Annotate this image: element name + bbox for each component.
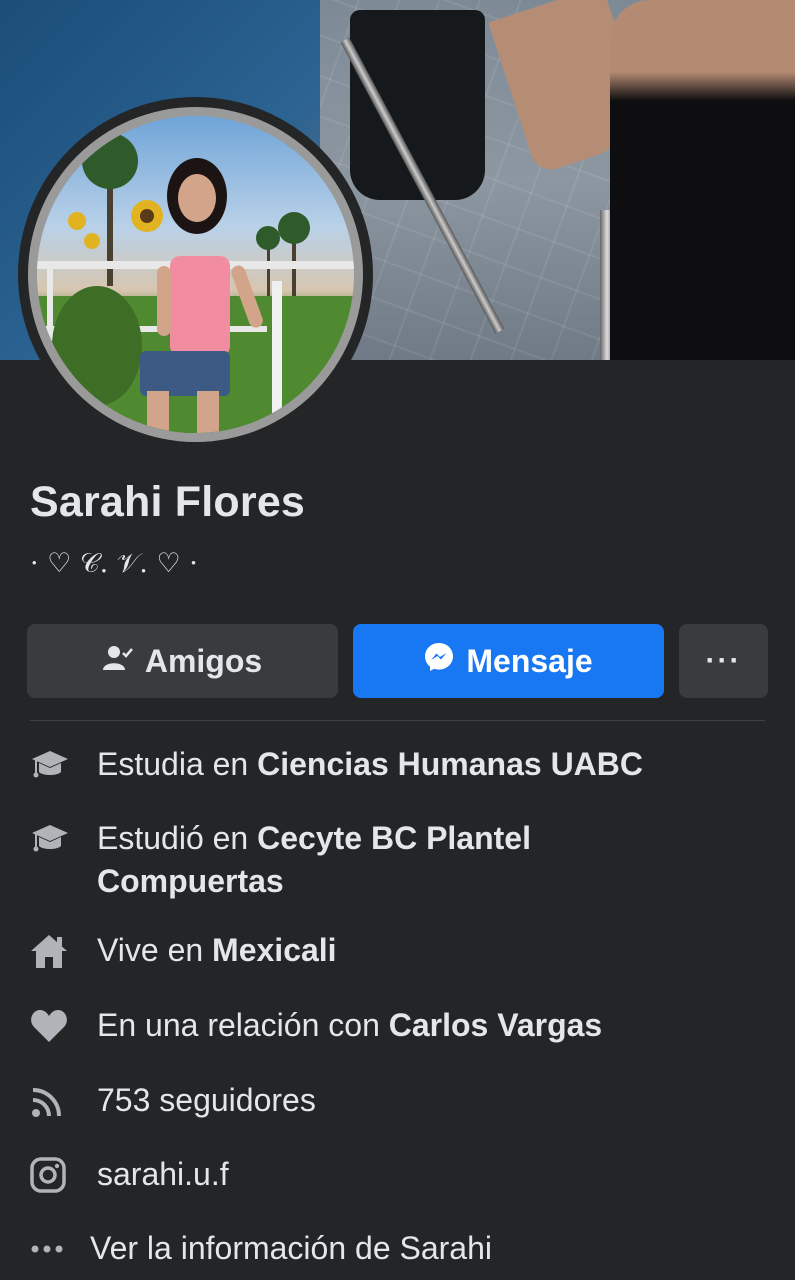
message-button[interactable]: Mensaje [353,624,664,698]
detail-text: Estudia en Ciencias Humanas UABC [97,746,643,782]
heart-icon [30,1004,82,1047]
profile-picture[interactable] [18,97,373,452]
detail-followers[interactable]: 753 seguidores [30,1079,770,1122]
avatar-photo [37,133,354,433]
detail-studies[interactable]: Estudia en Ciencias Humanas UABC [30,743,770,786]
more-options-icon: ··· [705,644,742,677]
see-about-info-link[interactable]: Ver la información de Sarahi [30,1227,770,1270]
detail-studied[interactable]: Estudió en Cecyte BC Plantel Compuertas [30,817,770,903]
detail-text: sarahi.u.f [97,1156,229,1192]
profile-name: Sarahi Flores [30,478,306,526]
detail-text: Vive en Mexicali [97,932,337,968]
graduation-cap-icon [30,817,82,860]
divider [30,720,765,721]
friends-button[interactable]: Amigos [27,624,338,698]
avatar [37,116,354,433]
ellipsis-icon [30,1227,82,1270]
friends-button-label: Amigos [144,642,263,679]
detail-lives-in[interactable]: Vive en Mexicali [30,929,770,972]
detail-text: Ver la información de Sarahi [90,1230,492,1266]
rss-feed-icon [30,1079,82,1122]
detail-instagram[interactable]: sarahi.u.f [30,1153,770,1196]
detail-text: Estudió en Cecyte BC Plantel Compuertas [97,820,531,899]
instagram-icon [30,1153,82,1196]
graduation-cap-icon [30,743,82,786]
message-button-label: Mensaje [466,642,593,679]
detail-text: En una relación con Carlos Vargas [97,1007,603,1043]
detail-relationship[interactable]: En una relación con Carlos Vargas [30,1004,770,1047]
friend-check-icon [102,643,133,680]
more-options-button[interactable]: ··· [679,624,768,698]
cover-person [610,0,795,360]
messenger-icon [424,642,454,680]
profile-picture-border [28,107,363,442]
profile-bio: · ♡ 𝒞. 𝒱. ♡ · [30,548,198,579]
detail-text: 753 seguidores [97,1082,316,1118]
home-icon [30,929,82,972]
